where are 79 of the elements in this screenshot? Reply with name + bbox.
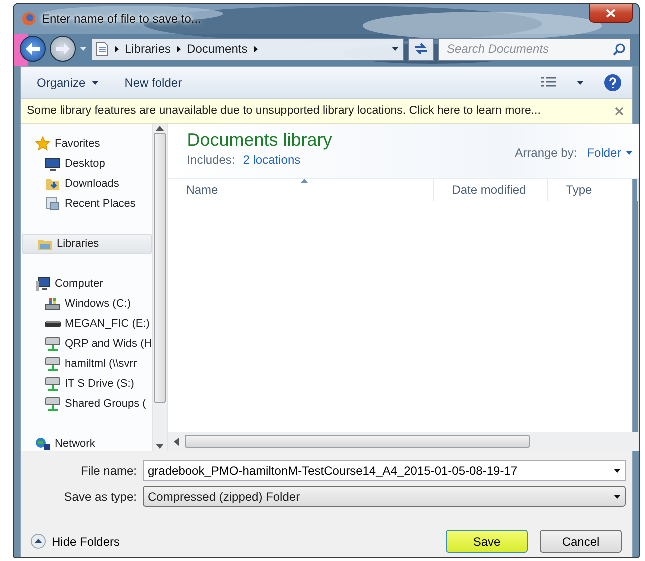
computer-icon [35,276,51,292]
network-drive-icon [45,336,61,352]
caret-icon [614,468,621,472]
window-title: Enter name of file to save to... [42,12,202,26]
column-header[interactable]: Date modified [434,179,548,201]
scroll-down-icon[interactable] [156,444,164,449]
save-type-dropdown[interactable]: Compressed (zipped) Folder [143,486,626,507]
breadcrumb-item[interactable]: Documents [187,42,248,56]
network-drive-icon [45,376,61,392]
chevron-right-icon [177,46,182,52]
scroll-left-icon[interactable] [174,438,180,446]
breadcrumb-item[interactable]: Libraries [125,42,172,56]
list-view-icon [541,76,557,88]
refresh-icon [413,42,429,56]
search-field[interactable]: Search Documents [445,41,613,57]
arrange-label: Arrange by: [515,146,578,160]
locations-link[interactable]: 2 locations [243,153,301,167]
column-header[interactable]: Name [168,179,434,201]
file-name-label: File name: [80,464,137,478]
caret-icon [577,80,584,84]
history-caret-icon [80,47,87,51]
close-icon[interactable] [615,106,624,116]
help-icon[interactable] [604,74,622,92]
sidebar-item[interactable]: Computer [21,274,152,294]
close-button[interactable] [589,4,633,23]
sidebar-item[interactable]: Desktop [21,154,152,174]
sidebar-item[interactable]: Recent Places [21,194,152,214]
sidebar-item[interactable]: IT S Drive (S:) [21,374,152,394]
sort-arrow-icon [300,179,308,183]
sidebar-item[interactable]: Windows (C:) [21,294,152,314]
save-button[interactable]: Save [446,530,528,553]
library-title: Documents library [187,130,332,151]
file-name-field[interactable]: gradebook_PMO-hamiltonM-TestCourse14_A4_2015-01-05-08-19-17 [143,460,626,481]
sidebar-item[interactable]: Network [21,434,152,451]
save-type-label: Save as type: [63,490,137,504]
sidebar-item[interactable]: hamiltml (\\svrr [21,354,152,374]
collapse-icon [31,534,46,549]
toolbar-button[interactable]: New folder [124,76,182,90]
network-icon [35,436,51,451]
system-drive-icon [45,296,61,312]
close-icon [606,8,616,18]
caret-icon [92,80,99,84]
info-message: Some library features are unavailable due to unsupported library locations. Click here to learn more... [27,105,542,117]
star-icon [35,136,51,152]
arrange-dropdown[interactable]: Folder [587,146,634,160]
sidebar-item[interactable]: MEGAN_FIC (E:) [21,314,152,334]
recent-places-icon [45,196,61,212]
scroll-up-icon[interactable] [156,126,164,131]
address-bar[interactable]: Libraries Documents [91,38,404,60]
chevron-right-icon [115,46,119,52]
sidebar-item[interactable]: Libraries [22,234,152,254]
sidebar-item[interactable]: QRP and Wids (H [21,334,152,354]
info-bar[interactable]: Some library features are unavailable due to unsupported library locations. Click here to learn more... [21,99,632,124]
refresh-button[interactable] [408,38,434,60]
network-drive-icon [45,356,61,372]
sidebar-item[interactable]: Downloads [21,174,152,194]
sidebar-item[interactable]: Shared Groups ( [21,394,152,414]
drive-icon [45,321,61,327]
cancel-button[interactable]: Cancel [540,530,622,553]
network-drive-icon [45,396,61,412]
chevron-right-icon [254,46,258,52]
caret-icon [626,151,634,155]
organize-menu[interactable]: Organize [37,76,99,90]
caret-icon [392,47,399,51]
monitor-icon [45,156,61,172]
arrow-right-icon [56,43,70,55]
download-folder-icon [45,176,61,192]
search-icon [613,42,626,56]
document-icon [96,42,109,56]
horizontal-scrollbar[interactable] [168,432,639,451]
hide-folders-button[interactable]: Hide Folders [31,534,120,549]
browser-icon [22,12,36,26]
search-box[interactable]: Search Documents [438,38,631,60]
sidebar-item[interactable]: Favorites [21,134,152,154]
vertical-scrollbar[interactable] [152,124,168,451]
arrow-left-icon [26,43,40,55]
caret-icon [614,494,621,498]
view-menu[interactable] [541,76,584,88]
includes-label: Includes: [187,153,236,167]
